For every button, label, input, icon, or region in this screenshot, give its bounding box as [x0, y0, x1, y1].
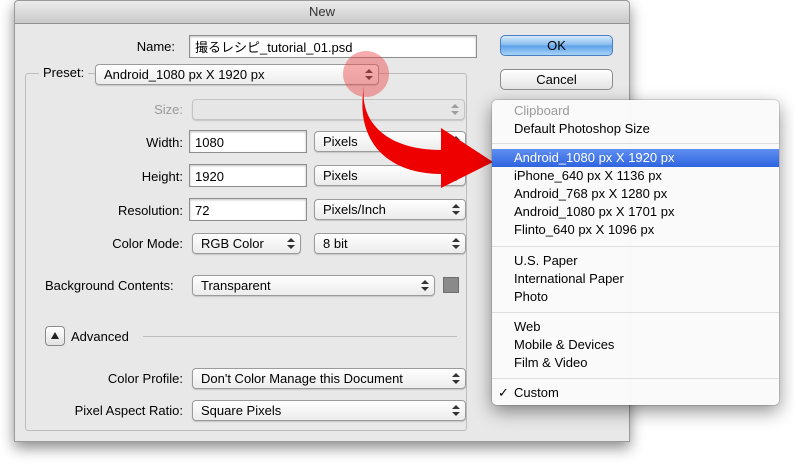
window-title: New [15, 1, 629, 24]
menu-item-android-1080x1701[interactable]: Android_1080 px X 1701 px [492, 203, 779, 221]
updown-arrows-icon [420, 279, 430, 293]
color-profile-label: Color Profile: [107, 371, 183, 386]
menu-item-mobile-devices[interactable]: Mobile & Devices [492, 336, 779, 354]
advanced-toggle-button[interactable] [45, 326, 65, 346]
size-label: Size: [154, 102, 183, 117]
color-mode-label: Color Mode: [112, 236, 183, 251]
color-profile-value: Don't Color Manage this Document [201, 371, 403, 386]
preset-label: Preset: [39, 65, 89, 80]
menu-item-custom-label: Custom [514, 385, 559, 400]
cancel-button[interactable]: Cancel [500, 69, 613, 90]
menu-separator [492, 143, 779, 144]
menu-separator [492, 378, 779, 379]
menu-item-clipboard: Clipboard [514, 103, 570, 118]
updown-arrows-icon [451, 372, 461, 386]
advanced-divider [143, 336, 457, 337]
preset-select[interactable]: Android_1080 px X 1920 px [95, 64, 379, 85]
menu-item-android-768x1280[interactable]: Android_768 px X 1280 px [492, 185, 779, 203]
background-contents-value: Transparent [201, 278, 271, 293]
menu-item-default-photoshop-size[interactable]: Default Photoshop Size [492, 120, 779, 138]
resolution-unit-select[interactable]: Pixels/Inch [314, 199, 466, 220]
pixel-aspect-select[interactable]: Square Pixels [192, 400, 466, 421]
menu-separator [492, 312, 779, 313]
color-profile-select[interactable]: Don't Color Manage this Document [192, 368, 466, 389]
preset-dropdown-menu: Clipboard Default Photoshop Size Android… [492, 100, 779, 405]
color-mode-select[interactable]: RGB Color [192, 233, 301, 254]
resolution-unit-value: Pixels/Inch [323, 202, 386, 217]
bit-depth-value: 8 bit [323, 236, 348, 251]
preset-select-value: Android_1080 px X 1920 px [104, 67, 265, 82]
width-unit-value: Pixels [323, 134, 358, 149]
updown-arrows-icon [451, 404, 461, 418]
background-contents-label: Background Contents: [45, 278, 174, 293]
menu-separator [492, 246, 779, 247]
background-color-swatch[interactable] [443, 277, 459, 293]
menu-item-film-video[interactable]: Film & Video [492, 354, 779, 372]
name-label: Name: [136, 39, 175, 54]
menu-item-custom[interactable]: ✓ Custom [492, 384, 779, 402]
height-unit-value: Pixels [323, 168, 358, 183]
menu-item-web[interactable]: Web [492, 318, 779, 336]
bit-depth-select[interactable]: 8 bit [314, 233, 466, 254]
height-label: Height: [141, 169, 183, 184]
color-mode-value: RGB Color [201, 236, 264, 251]
red-arrow-icon [362, 82, 493, 188]
width-field[interactable]: 1080 [189, 130, 307, 153]
background-contents-select[interactable]: Transparent [192, 275, 435, 296]
updown-arrows-icon [451, 203, 461, 217]
resolution-field[interactable]: 72 [189, 198, 307, 221]
resolution-label: Resolution: [117, 203, 183, 218]
updown-arrows-icon [286, 237, 296, 251]
menu-item-flinto-640x1096[interactable]: Flinto_640 px X 1096 px [492, 221, 779, 239]
width-label: Width: [146, 135, 183, 150]
menu-item-android-1080x1920[interactable]: Android_1080 px X 1920 px [492, 149, 779, 167]
pixel-aspect-value: Square Pixels [201, 403, 282, 418]
pixel-aspect-label: Pixel Aspect Ratio: [74, 403, 183, 418]
height-field[interactable]: 1920 [189, 164, 307, 187]
ok-button[interactable]: OK [500, 35, 613, 56]
triangle-up-icon [51, 332, 59, 339]
menu-item-us-paper[interactable]: U.S. Paper [492, 252, 779, 270]
menu-item-international-paper[interactable]: International Paper [492, 270, 779, 288]
menu-item-photo[interactable]: Photo [492, 288, 779, 306]
checkmark-icon: ✓ [498, 385, 509, 400]
advanced-label: Advanced [71, 329, 129, 344]
updown-arrows-icon [451, 237, 461, 251]
menu-item-iphone-640x1136[interactable]: iPhone_640 px X 1136 px [492, 167, 779, 185]
name-field[interactable]: 撮るレシピ_tutorial_01.psd [189, 35, 477, 58]
